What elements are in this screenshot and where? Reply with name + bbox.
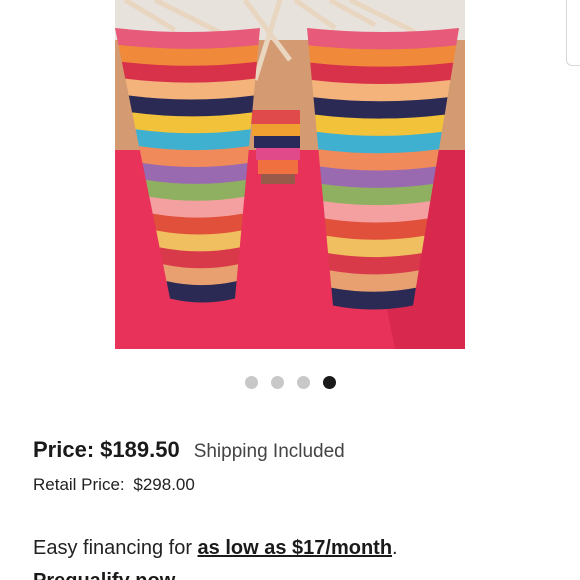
carousel-dot[interactable] — [322, 376, 336, 389]
shipping-note: Shipping Included — [193, 441, 345, 462]
price-value: $189.50 — [100, 437, 180, 462]
financing-suffix: . — [392, 537, 398, 559]
retail-price-value: $298.00 — [133, 475, 195, 494]
espadrille-wedges-image — [115, 0, 465, 349]
carousel-dot[interactable] — [270, 376, 284, 389]
product-photo[interactable] — [115, 0, 465, 349]
financing-prefix: Easy financing for — [33, 537, 198, 559]
financing-link[interactable]: as low as $17/month — [198, 537, 393, 559]
carousel-dots — [0, 376, 580, 389]
financing-row: Easy financing for as low as $17/month. — [33, 537, 398, 560]
carousel-dot[interactable] — [244, 376, 258, 389]
price-row: Price: $189.50 Shipping Included — [33, 437, 345, 463]
corner-tab[interactable] — [566, 0, 580, 66]
retail-price-row: Retail Price: $298.00 — [33, 475, 195, 495]
carousel-dot[interactable] — [296, 376, 310, 389]
price-label: Price: — [33, 437, 95, 462]
prequalify-link[interactable]: Prequalify now — [33, 570, 175, 580]
retail-price-label: Retail Price: — [33, 475, 125, 494]
